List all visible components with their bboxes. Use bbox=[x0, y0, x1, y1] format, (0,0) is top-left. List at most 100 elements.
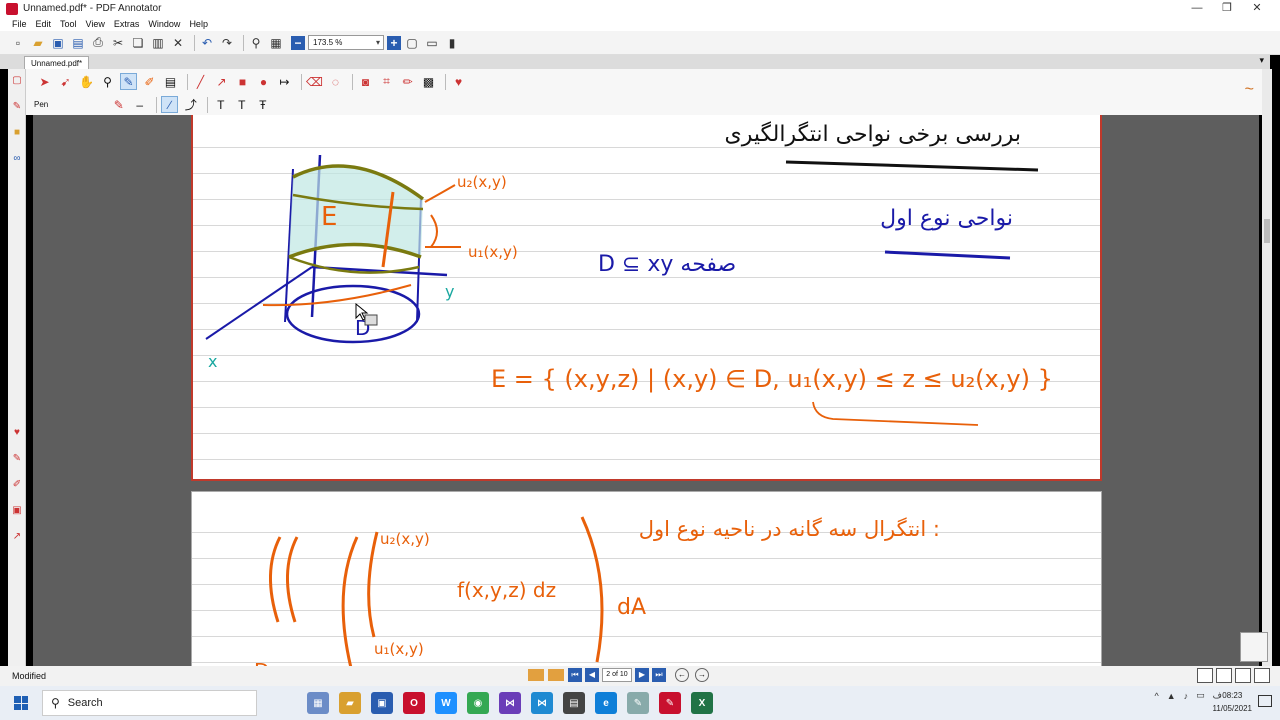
rectangle-tool-icon[interactable]: ■ bbox=[234, 73, 251, 90]
fit-page-icon[interactable]: ▢ bbox=[404, 35, 420, 51]
network-icon[interactable]: ▲ bbox=[1167, 691, 1176, 701]
close-button[interactable]: ✕ bbox=[1242, 0, 1272, 17]
menu-extras[interactable]: Extras bbox=[114, 19, 140, 29]
forward-icon[interactable]: → bbox=[695, 668, 709, 682]
first-page-button[interactable]: ⏮ bbox=[568, 668, 582, 682]
menu-tool[interactable]: Tool bbox=[60, 19, 77, 29]
volume-icon[interactable]: ♪ bbox=[1184, 691, 1189, 701]
notification-icon[interactable] bbox=[1258, 695, 1272, 707]
menu-edit[interactable]: Edit bbox=[36, 19, 52, 29]
pdf-annotator-icon[interactable]: ✎ bbox=[659, 692, 681, 714]
excel-icon[interactable]: X bbox=[691, 692, 713, 714]
favorites-panel-icon[interactable]: ♥ bbox=[10, 427, 24, 441]
measure-tool-icon[interactable]: ↦ bbox=[276, 73, 293, 90]
ink-to-text-icon[interactable]: ⤴ bbox=[182, 96, 199, 113]
pen-color-icon[interactable]: ✎ bbox=[110, 96, 127, 113]
line-style-icon[interactable]: ‒ bbox=[131, 96, 148, 113]
select-text-icon[interactable]: ➹ bbox=[57, 73, 74, 90]
minimize-button[interactable]: — bbox=[1182, 0, 1212, 17]
file-explorer-icon[interactable]: ▰ bbox=[339, 692, 361, 714]
pen-tool-icon[interactable]: ✎ bbox=[120, 73, 137, 90]
tab-unnamed[interactable]: Unnamed.pdf* bbox=[24, 56, 90, 69]
marker-icon[interactable]: ✏ bbox=[399, 73, 416, 90]
pages-icon[interactable]: ▢ bbox=[10, 75, 24, 89]
line-tool-icon[interactable]: ╱ bbox=[192, 73, 209, 90]
zoom-in-button[interactable]: + bbox=[387, 35, 401, 50]
single-page-icon[interactable] bbox=[1197, 668, 1213, 683]
menu-help[interactable]: Help bbox=[189, 19, 208, 29]
open-folder-icon[interactable] bbox=[528, 669, 544, 681]
taskbar-clock[interactable]: 08:23 11/05/2021 bbox=[1213, 689, 1252, 715]
tray-chevron-icon[interactable]: ^ bbox=[1154, 691, 1158, 701]
arrow-panel-icon[interactable]: ↗ bbox=[10, 531, 24, 545]
select-arrow-icon[interactable]: ➤ bbox=[36, 73, 53, 90]
highlighter-panel-icon[interactable]: ✐ bbox=[10, 479, 24, 493]
fit-width-icon[interactable]: ▭ bbox=[424, 35, 440, 51]
hand-tool-corner-button[interactable] bbox=[1240, 632, 1268, 662]
highlighter-icon[interactable]: ✐ bbox=[141, 73, 158, 90]
redo-icon[interactable]: ↷ bbox=[219, 35, 235, 51]
chrome-icon[interactable]: ◉ bbox=[467, 692, 489, 714]
two-page-icon[interactable] bbox=[1235, 668, 1251, 683]
cut-icon[interactable]: ✂ bbox=[110, 35, 126, 51]
stamp-panel-icon[interactable]: ▣ bbox=[10, 505, 24, 519]
menu-file[interactable]: File bbox=[12, 19, 27, 29]
vertical-scrollbar[interactable] bbox=[1262, 69, 1272, 666]
text-strikeout-icon[interactable]: Ŧ bbox=[254, 96, 271, 113]
terminal-icon[interactable]: ▤ bbox=[563, 692, 585, 714]
copy-icon[interactable]: ❏ bbox=[130, 35, 146, 51]
back-icon[interactable]: ← bbox=[675, 668, 689, 682]
vscode-icon[interactable]: ⋈ bbox=[531, 692, 553, 714]
favorites-heart-icon[interactable]: ♥ bbox=[450, 73, 467, 90]
next-page-button[interactable]: ▶ bbox=[635, 668, 649, 682]
fullscreen-icon[interactable]: ▮ bbox=[444, 35, 460, 51]
find-icon[interactable]: ⚲ bbox=[248, 35, 264, 51]
smooth-stroke-icon[interactable]: ∕ bbox=[161, 96, 179, 113]
annotations-icon[interactable]: ✎ bbox=[10, 101, 24, 115]
page-layout-icon[interactable]: ▦ bbox=[268, 35, 284, 51]
text-box-icon[interactable]: ▤ bbox=[162, 73, 179, 90]
scrollbar-thumb[interactable] bbox=[1264, 219, 1270, 243]
last-page-button[interactable]: ⏭ bbox=[652, 668, 666, 682]
text-squiggly-icon[interactable]: T bbox=[233, 96, 250, 113]
save-as-icon[interactable]: ▤ bbox=[70, 35, 86, 51]
bookmarks-icon[interactable]: ■ bbox=[10, 127, 24, 141]
windows-start-icon[interactable] bbox=[14, 696, 28, 710]
arrow-tool-icon[interactable]: ↗ bbox=[213, 73, 230, 90]
print-icon[interactable]: ⎙ bbox=[90, 35, 106, 51]
maximize-button[interactable]: ❐ bbox=[1212, 0, 1242, 17]
folder-arrow-icon[interactable] bbox=[548, 669, 564, 681]
hand-icon[interactable]: ✋ bbox=[78, 73, 95, 90]
battery-icon[interactable]: ▭ bbox=[1196, 690, 1205, 701]
camera-icon[interactable]: ◙ bbox=[357, 73, 374, 90]
ellipse-tool-icon[interactable]: ● bbox=[255, 73, 272, 90]
attachments-icon[interactable]: ∞ bbox=[10, 153, 24, 167]
paint-icon[interactable]: ✎ bbox=[627, 692, 649, 714]
edge-icon[interactable]: e bbox=[595, 692, 617, 714]
insert-image-icon[interactable]: ▩ bbox=[420, 73, 437, 90]
chevron-down-icon[interactable]: ▾ bbox=[1259, 55, 1264, 66]
store-icon[interactable]: ▣ bbox=[371, 692, 393, 714]
taskbar-search-box[interactable]: ⚲ Search bbox=[42, 690, 257, 716]
new-document-icon[interactable]: ▫ bbox=[10, 35, 26, 51]
word-icon[interactable]: W bbox=[435, 692, 457, 714]
task-view-icon[interactable]: ▦ bbox=[307, 692, 329, 714]
previous-page-button[interactable]: ◀ bbox=[585, 668, 599, 682]
continuous-page-icon[interactable] bbox=[1216, 668, 1232, 683]
menu-window[interactable]: Window bbox=[148, 19, 180, 29]
page-indicator[interactable]: 2 of 10 bbox=[602, 668, 632, 682]
visual-studio-icon[interactable]: ⋈ bbox=[499, 692, 521, 714]
document-viewer[interactable]: بررسی برخی نواحی انتگرالگیری نواحی نوع ا… bbox=[33, 115, 1259, 666]
zoom-tool-icon[interactable]: ⚲ bbox=[99, 73, 116, 90]
crop-icon[interactable]: ⌗ bbox=[378, 73, 395, 90]
office-icon[interactable]: O bbox=[403, 692, 425, 714]
lasso-icon[interactable]: ◌ bbox=[327, 73, 344, 90]
zoom-out-button[interactable]: − bbox=[291, 35, 305, 50]
pen-panel-icon[interactable]: ✎ bbox=[10, 453, 24, 467]
open-folder-icon[interactable]: ▰ bbox=[30, 35, 46, 51]
save-icon[interactable]: ▣ bbox=[50, 35, 66, 51]
text-underline-icon[interactable]: T bbox=[212, 96, 229, 113]
zoom-select[interactable]: 173.5 % ▾ bbox=[308, 35, 384, 50]
undo-icon[interactable]: ↶ bbox=[199, 35, 215, 51]
paste-icon[interactable]: ▥ bbox=[150, 35, 166, 51]
